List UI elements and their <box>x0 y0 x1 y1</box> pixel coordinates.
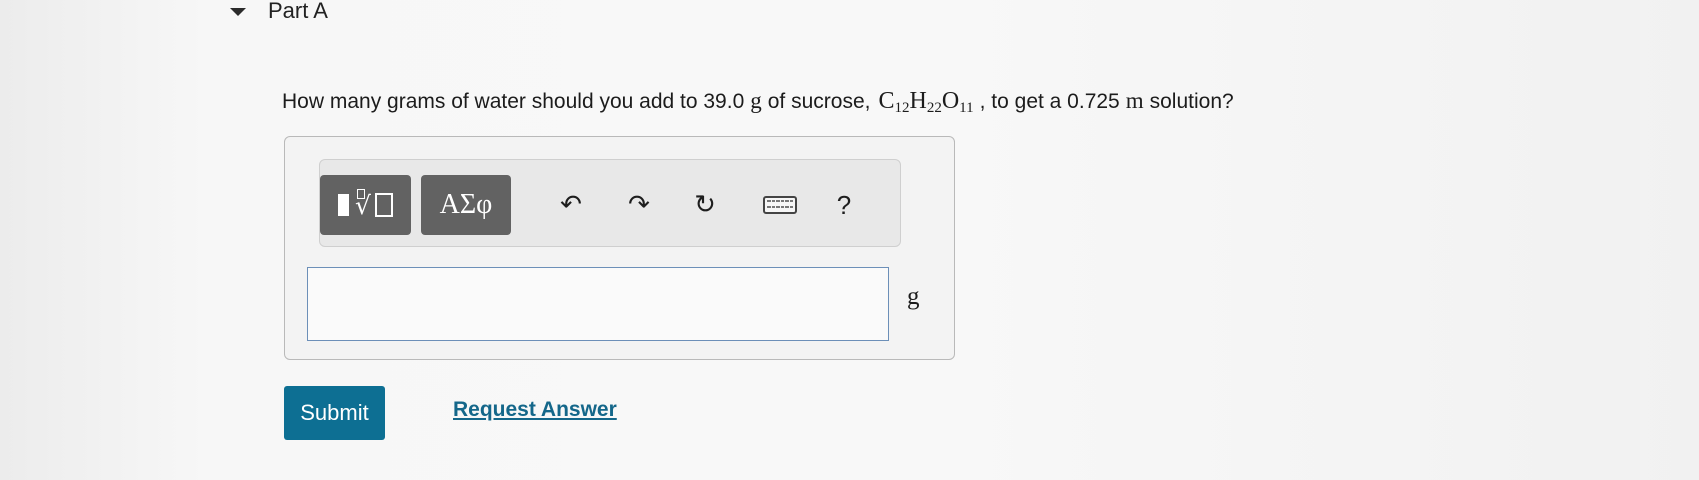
sucrose-formula: C12H22O11 <box>878 88 974 116</box>
undo-icon[interactable]: ↶ <box>556 190 586 220</box>
reset-icon[interactable]: ↻ <box>690 190 720 220</box>
question-text-after: , to get a 0.725 <box>979 90 1120 113</box>
help-button[interactable]: ? <box>829 190 859 220</box>
question-molality-unit: m <box>1125 88 1144 113</box>
request-answer-link[interactable]: Request Answer <box>453 398 617 422</box>
keyboard-icon[interactable] <box>761 190 799 220</box>
answer-unit-label: g <box>907 283 920 310</box>
question-mass-unit: g <box>750 88 762 113</box>
question-text-mid: of sucrose, <box>767 90 871 113</box>
part-header[interactable]: Part A <box>230 0 328 26</box>
question-text-end: solution? <box>1149 90 1234 113</box>
question-text-before: How many grams of water should you add t… <box>282 90 745 113</box>
part-title: Part A <box>268 0 328 23</box>
collapse-caret-icon[interactable] <box>230 8 246 16</box>
page: Part A How many grams of water should yo… <box>0 0 1699 480</box>
question-text: How many grams of water should you add t… <box>282 88 1234 117</box>
redo-icon[interactable]: ↷ <box>624 190 654 220</box>
submit-button[interactable]: Submit <box>284 386 385 440</box>
templates-button[interactable]: √ <box>320 175 411 235</box>
answer-input[interactable] <box>307 267 889 341</box>
answer-panel: √ ΑΣφ ↶ ↷ ↻ ? g <box>284 136 955 360</box>
math-toolbar: √ ΑΣφ ↶ ↷ ↻ ? <box>319 159 901 247</box>
template-block-icon <box>338 194 350 216</box>
symbols-button[interactable]: ΑΣφ <box>421 175 511 235</box>
template-box-icon <box>374 193 393 217</box>
root-template-icon: √ <box>355 188 371 220</box>
